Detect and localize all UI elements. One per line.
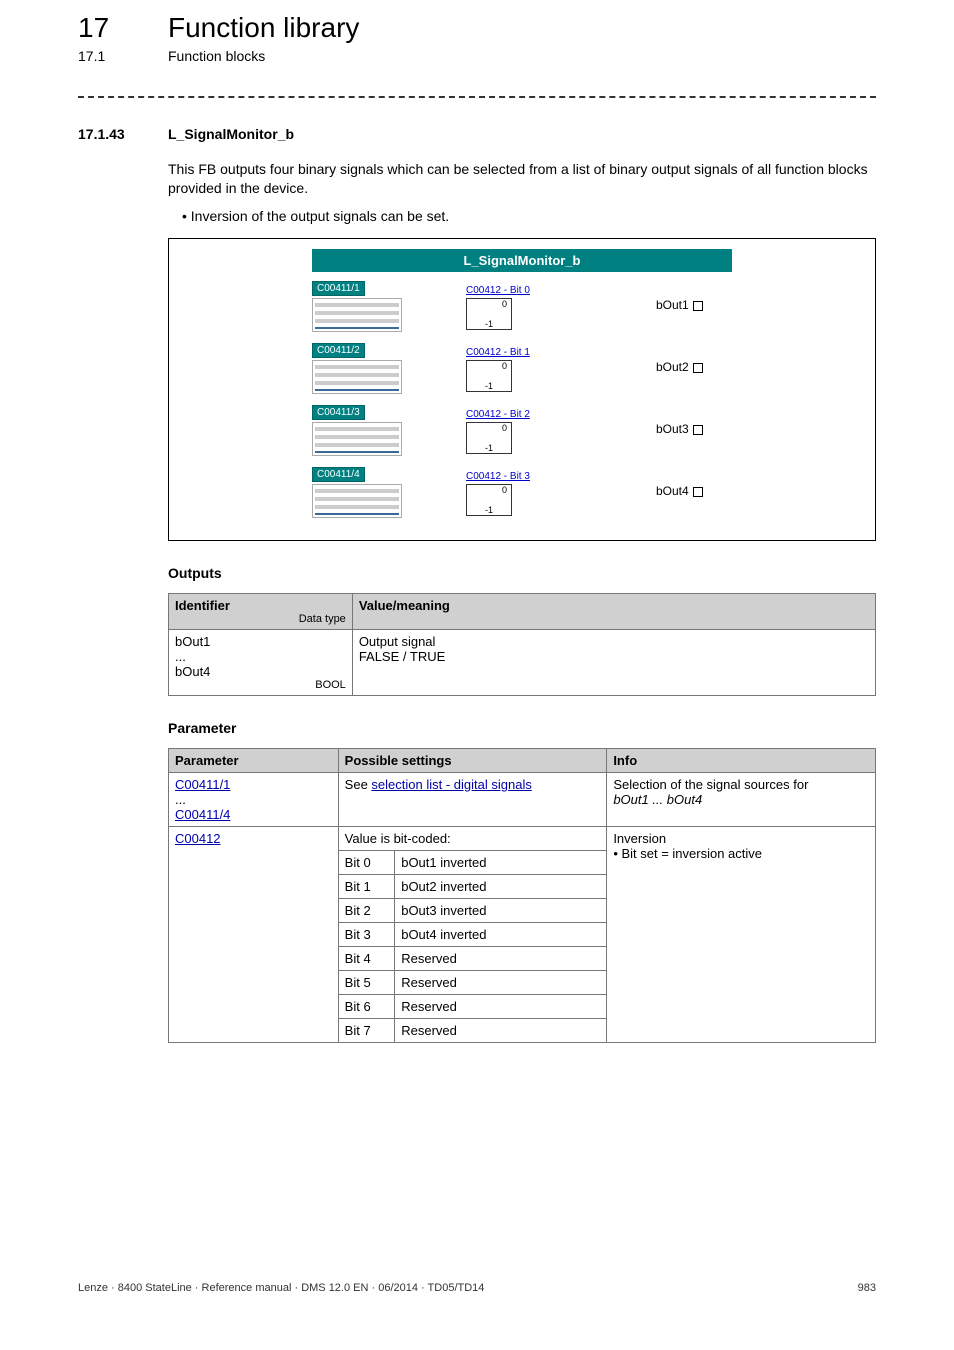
bit-cell: Bit 0 xyxy=(338,850,395,874)
bit-cell: Bit 7 xyxy=(338,1018,395,1042)
th-parameter: Parameter xyxy=(169,748,339,772)
diagram-title: L_SignalMonitor_b xyxy=(312,249,732,272)
bit-desc: Reserved xyxy=(395,1018,607,1042)
param-ellipsis: ... xyxy=(175,792,332,807)
output-label: bOut3 xyxy=(656,422,689,436)
bit-desc: bOut4 inverted xyxy=(395,922,607,946)
bit-cell: Bit 2 xyxy=(338,898,395,922)
output-meaning: Output signal FALSE / TRUE xyxy=(352,629,875,695)
inversion-icon xyxy=(466,360,512,392)
bit-desc: Reserved xyxy=(395,970,607,994)
param-link[interactable]: C00411/4 xyxy=(175,807,332,822)
settings-head: Value is bit-coded: xyxy=(338,826,607,850)
divider xyxy=(78,96,876,98)
footer-left: Lenze · 8400 StateLine · Reference manua… xyxy=(78,1282,484,1294)
output-port-icon xyxy=(693,425,703,435)
parameter-table: Parameter Possible settings Info C00411/… xyxy=(168,748,876,1043)
diagram-row: C00411/4 C00412 - Bit 3 bOut4 xyxy=(312,464,732,518)
subchapter-number: 17.1 xyxy=(78,48,168,64)
section-bullet: Inversion of the output signals can be s… xyxy=(182,208,876,224)
chapter-number: 17 xyxy=(78,12,168,44)
bit-cell: Bit 5 xyxy=(338,970,395,994)
output-port-icon xyxy=(693,363,703,373)
selector-code[interactable]: C00411/3 xyxy=(312,405,365,420)
selector-code[interactable]: C00411/1 xyxy=(312,281,365,296)
info-line-italic: bOut1 ... bOut4 xyxy=(613,792,869,807)
chapter-title: Function library xyxy=(168,12,359,44)
diagram-row: C00411/2 C00412 - Bit 1 bOut2 xyxy=(312,340,732,394)
fb-diagram: L_SignalMonitor_b C00411/1 C00412 - Bit … xyxy=(168,238,876,541)
bit-cell: Bit 3 xyxy=(338,922,395,946)
selector-icon xyxy=(312,360,402,394)
output-label: bOut2 xyxy=(656,360,689,374)
settings-prefix: See xyxy=(345,777,372,792)
diagram-row: C00411/1 C00412 - Bit 0 bOut1 xyxy=(312,278,732,332)
table-row: C00411/1 ... C00411/4 See selection list… xyxy=(169,772,876,826)
outputs-table: Identifier Data type Value/meaning bOut1… xyxy=(168,593,876,696)
settings-link[interactable]: selection list - digital signals xyxy=(371,777,531,792)
th-datatype: Data type xyxy=(175,613,346,625)
th-value: Value/meaning xyxy=(352,593,875,629)
footer-page: 983 xyxy=(858,1282,876,1294)
table-row: bOut1 ... bOut4 BOOL Output signal FALSE… xyxy=(169,629,876,695)
th-info: Info xyxy=(607,748,876,772)
selector-icon xyxy=(312,298,402,332)
info-line: Selection of the signal sources for xyxy=(613,777,869,792)
section-paragraph: This FB outputs four binary signals whic… xyxy=(168,160,876,198)
bit-desc: bOut3 inverted xyxy=(395,898,607,922)
subchapter-title: Function blocks xyxy=(168,48,265,64)
inversion-icon xyxy=(466,484,512,516)
parameter-heading: Parameter xyxy=(168,720,876,736)
bit-desc: Reserved xyxy=(395,946,607,970)
selector-icon xyxy=(312,484,402,518)
th-identifier: Identifier xyxy=(175,598,230,613)
param-link[interactable]: C00411/1 xyxy=(175,777,332,792)
param-link[interactable]: C00412 xyxy=(175,831,221,846)
selector-icon xyxy=(312,422,402,456)
bit-cell: Bit 1 xyxy=(338,874,395,898)
output-datatype: BOOL xyxy=(175,679,346,691)
th-settings: Possible settings xyxy=(338,748,607,772)
selector-code[interactable]: C00411/4 xyxy=(312,467,365,482)
bit-desc: bOut2 inverted xyxy=(395,874,607,898)
outputs-heading: Outputs xyxy=(168,565,876,581)
output-label: bOut4 xyxy=(656,484,689,498)
output-port-icon xyxy=(693,487,703,497)
output-port-icon xyxy=(693,301,703,311)
selector-code[interactable]: C00411/2 xyxy=(312,343,365,358)
output-label: bOut1 xyxy=(656,298,689,312)
inversion-icon xyxy=(466,298,512,330)
bit-link[interactable]: C00412 - Bit 3 xyxy=(466,471,530,482)
section-title: L_SignalMonitor_b xyxy=(168,126,294,142)
bit-desc: bOut1 inverted xyxy=(395,850,607,874)
bit-cell: Bit 4 xyxy=(338,946,395,970)
bit-link[interactable]: C00412 - Bit 0 xyxy=(466,285,530,296)
bit-desc: Reserved xyxy=(395,994,607,1018)
section-number: 17.1.43 xyxy=(78,126,168,142)
bit-cell: Bit 6 xyxy=(338,994,395,1018)
table-row: C00412 Value is bit-coded: Inversion • B… xyxy=(169,826,876,850)
info-bullet: • Bit set = inversion active xyxy=(613,846,869,861)
info-line: Inversion xyxy=(613,831,869,846)
output-identifier: bOut1 ... bOut4 xyxy=(175,634,346,679)
diagram-row: C00411/3 C00412 - Bit 2 bOut3 xyxy=(312,402,732,456)
bit-link[interactable]: C00412 - Bit 1 xyxy=(466,347,530,358)
inversion-icon xyxy=(466,422,512,454)
bit-link[interactable]: C00412 - Bit 2 xyxy=(466,409,530,420)
